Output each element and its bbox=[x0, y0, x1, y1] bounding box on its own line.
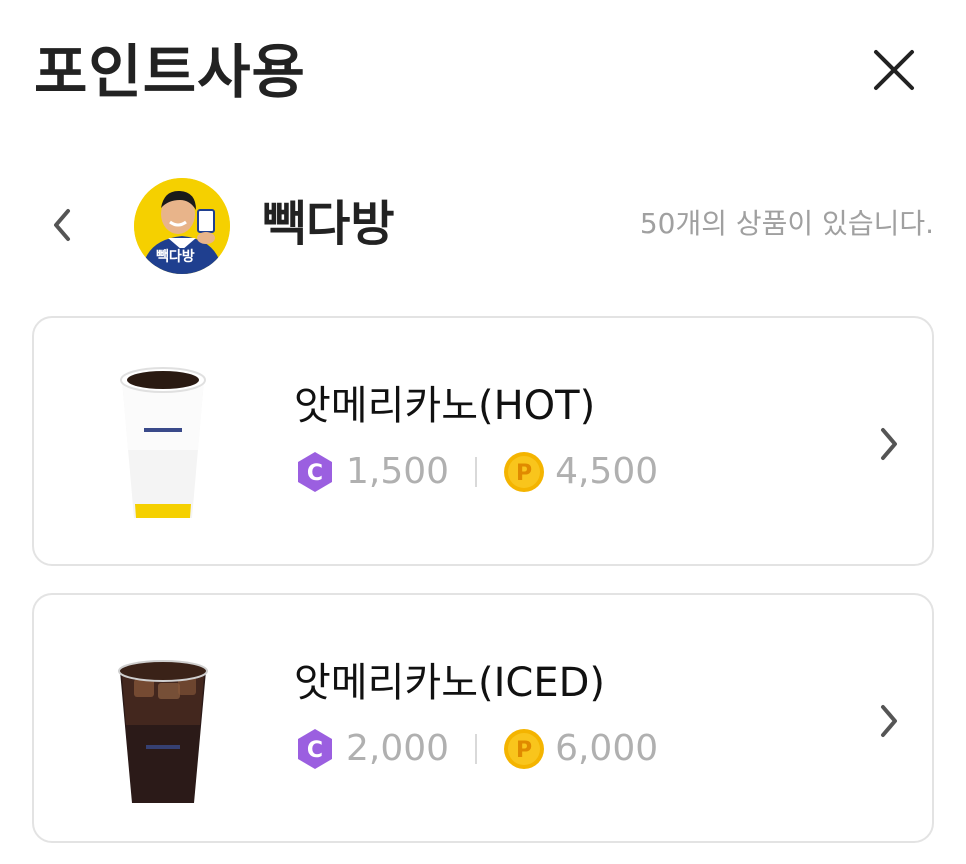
svg-text:P: P bbox=[516, 461, 532, 486]
product-count: 50개의 상품이 있습니다. bbox=[639, 207, 934, 240]
close-icon bbox=[874, 50, 914, 90]
brand-logo-text: 빽다방 bbox=[156, 249, 195, 265]
hot-coffee-cup-image bbox=[120, 367, 206, 518]
brand-logo: 빽다방 bbox=[134, 178, 230, 274]
page-title: 포인트사용 bbox=[34, 38, 306, 106]
c-points-value: 1,500 bbox=[346, 451, 450, 492]
iced-coffee-cup-image bbox=[118, 660, 208, 803]
p-coin-icon: P bbox=[503, 451, 545, 493]
svg-text:C: C bbox=[307, 738, 323, 763]
product-image bbox=[108, 635, 218, 805]
chevron-left-icon bbox=[54, 209, 70, 241]
price-row: C 2,000 P 6,000 bbox=[294, 725, 658, 773]
svg-text:C: C bbox=[307, 461, 323, 486]
c-points-value: 2,000 bbox=[346, 728, 450, 769]
p-points-value: 6,000 bbox=[555, 728, 659, 769]
close-button[interactable] bbox=[866, 42, 922, 98]
chevron-right-icon bbox=[874, 701, 904, 741]
svg-text:P: P bbox=[516, 738, 532, 763]
chevron-right-icon bbox=[874, 424, 904, 464]
product-image bbox=[108, 358, 218, 528]
product-name: 앗메리카노(ICED) bbox=[294, 660, 606, 706]
c-coin-icon: C bbox=[294, 728, 336, 770]
p-coin-icon: P bbox=[503, 728, 545, 770]
price-divider bbox=[475, 734, 478, 764]
back-button[interactable] bbox=[40, 200, 84, 250]
c-coin-icon: C bbox=[294, 451, 336, 493]
brand-row: 빽다방 빽다방 50개의 상품이 있습니다. bbox=[0, 170, 966, 280]
header: 포인트사용 bbox=[0, 0, 966, 140]
price-row: C 1,500 P 4,500 bbox=[294, 448, 658, 496]
product-card[interactable]: 앗메리카노(ICED) C 2,000 P 6,000 bbox=[32, 593, 934, 843]
product-card[interactable]: 앗메리카노(HOT) C 1,500 P 4,500 bbox=[32, 316, 934, 566]
brand-name: 빽다방 bbox=[262, 196, 395, 252]
product-name: 앗메리카노(HOT) bbox=[294, 383, 596, 429]
price-divider bbox=[475, 457, 478, 487]
p-points-value: 4,500 bbox=[555, 451, 659, 492]
